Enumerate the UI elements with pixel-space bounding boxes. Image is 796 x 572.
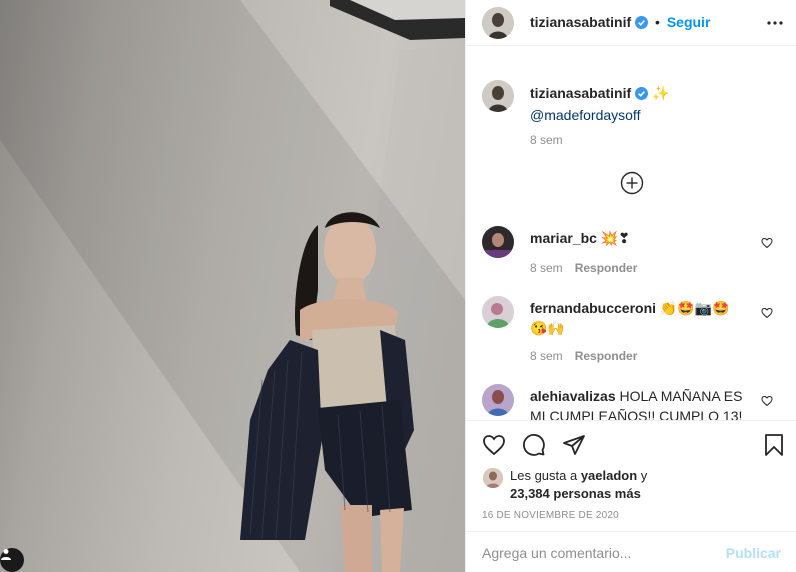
post-header: tizianasabatinif • Seguir	[466, 0, 796, 46]
likes-count[interactable]: 23,384 personas más	[510, 486, 641, 501]
heart-icon[interactable]	[761, 237, 773, 249]
caption-text: tizianasabatinif ✨ @madefordaysoff	[530, 83, 669, 125]
header-user-line: tizianasabatinif • Seguir	[530, 14, 710, 32]
more-options-icon[interactable]	[767, 15, 783, 31]
save-bookmark-icon[interactable]	[762, 433, 786, 457]
leg-right	[380, 508, 404, 572]
commenter-avatar[interactable]	[482, 384, 514, 416]
plus-circle-icon[interactable]	[620, 171, 644, 195]
post-photo[interactable]	[0, 0, 465, 572]
comment-input[interactable]	[482, 542, 722, 564]
heart-icon[interactable]	[761, 395, 773, 407]
photo-illustration	[0, 0, 465, 572]
follow-button[interactable]: Seguir	[667, 14, 711, 30]
comment-bubble-icon[interactable]	[522, 433, 546, 457]
comment-time[interactable]: 8 sem	[530, 349, 563, 363]
comment-time[interactable]: 8 sem	[530, 261, 563, 275]
commenter-username[interactable]: alehiavalizas	[530, 388, 616, 404]
caption-avatar[interactable]	[482, 80, 514, 112]
post-side-panel: tizianasabatinif • Seguir tizianasabatin…	[465, 0, 796, 572]
post-date[interactable]: 16 DE NOVIEMBRE DE 2020	[482, 510, 619, 521]
comment-text: mariar_bc 💥❣	[530, 228, 746, 248]
liker-avatar[interactable]	[483, 468, 503, 488]
author-username[interactable]: tizianasabatinif	[530, 14, 631, 30]
post-button[interactable]: Publicar	[726, 545, 781, 561]
comment-text: alehiavalizas HOLA MAÑANA ES MI CUMPLEAÑ…	[530, 386, 746, 420]
tagged-user-button[interactable]	[0, 548, 24, 572]
add-comment-bar: Publicar	[466, 531, 796, 572]
reply-button[interactable]: Responder	[575, 261, 638, 275]
head-shape	[324, 216, 376, 284]
neck-shape	[334, 278, 366, 300]
share-paper-plane-icon[interactable]	[562, 433, 586, 457]
leg-left	[340, 505, 372, 572]
commenter-username[interactable]: fernandabucceroni	[530, 300, 656, 316]
comment-body: 💥❣	[600, 230, 630, 246]
verified-badge-icon	[635, 16, 649, 32]
caption-username[interactable]: tizianasabatinif	[530, 85, 631, 101]
caption-emoji: ✨	[652, 85, 670, 101]
like-heart-icon[interactable]	[482, 433, 506, 457]
commenter-avatar[interactable]	[482, 226, 514, 258]
separator-dot: •	[655, 14, 660, 30]
comment-meta: 8 sem Responder	[530, 347, 637, 363]
comment-text: fernandabucceroni 👏🤩📷🤩 😘🙌	[530, 298, 746, 338]
likes-joiner: y	[637, 468, 648, 483]
caption-time[interactable]: 8 sem	[530, 133, 563, 147]
liker-username[interactable]: yaeladon	[581, 468, 637, 483]
author-avatar[interactable]	[482, 7, 514, 39]
verified-badge-icon	[635, 85, 649, 105]
commenter-username[interactable]: mariar_bc	[530, 230, 597, 246]
comment-meta: 8 sem Responder	[530, 259, 637, 275]
likes-summary[interactable]: Les gusta a yaeladon y 23,384 personas m…	[510, 467, 647, 503]
post-actions: Les gusta a yaeladon y 23,384 personas m…	[466, 420, 796, 530]
likes-prefix: Les gusta a	[510, 468, 581, 483]
heart-icon[interactable]	[761, 307, 773, 319]
comments-list[interactable]: mariar_bc 💥❣ 8 sem Responder fernandabucc…	[466, 200, 796, 420]
user-tag-icon	[1, 549, 11, 560]
commenter-avatar[interactable]	[482, 296, 514, 328]
reply-button[interactable]: Responder	[575, 349, 638, 363]
caption-mention-link[interactable]: @madefordaysoff	[530, 107, 640, 123]
